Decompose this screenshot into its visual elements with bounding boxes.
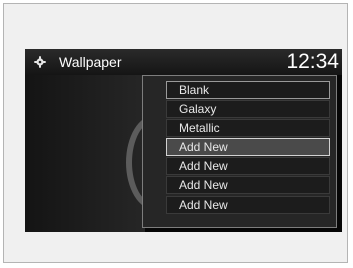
screen-title: Wallpaper — [59, 54, 122, 70]
menu-item-label: Add New — [179, 198, 228, 212]
menu-item-blank[interactable]: Blank — [166, 81, 330, 99]
gear-icon — [34, 56, 46, 68]
menu-item-label: Add New — [179, 159, 228, 173]
header-bar: Wallpaper 12:34 — [25, 49, 342, 75]
display-screen: Wallpaper 12:34 Blank Galaxy Metallic Ad… — [25, 49, 342, 232]
wallpaper-menu: Blank Galaxy Metallic Add New Add New Ad… — [142, 75, 337, 228]
menu-item-label: Galaxy — [179, 102, 217, 116]
menu-item-galaxy[interactable]: Galaxy — [166, 100, 330, 118]
menu-item-label: Blank — [179, 83, 210, 97]
menu-item-add-new[interactable]: Add New — [166, 196, 330, 214]
menu-item-add-new[interactable]: Add New — [166, 176, 330, 194]
clock: 12:34 — [286, 50, 339, 73]
menu-item-label: Metallic — [179, 121, 220, 135]
menu-item-label: Add New — [179, 178, 228, 192]
figure-frame: Wallpaper 12:34 Blank Galaxy Metallic Ad… — [3, 3, 348, 263]
menu-item-add-new-selected[interactable]: Add New — [166, 138, 330, 156]
menu-item-metallic[interactable]: Metallic — [166, 119, 330, 137]
menu-item-add-new[interactable]: Add New — [166, 157, 330, 175]
menu-item-label: Add New — [179, 140, 228, 154]
